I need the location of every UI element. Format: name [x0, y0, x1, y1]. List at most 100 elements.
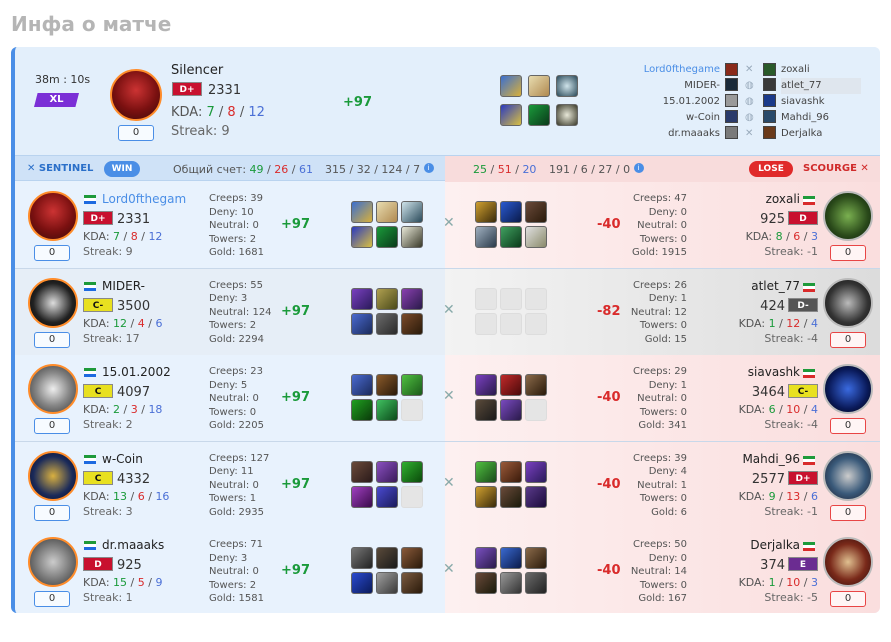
- item-slot[interactable]: [475, 572, 497, 594]
- item-slot[interactable]: [500, 226, 522, 248]
- item-slot[interactable]: [351, 399, 373, 421]
- player-name[interactable]: Derjalka: [781, 126, 861, 142]
- item-slot[interactable]: [525, 226, 547, 248]
- item-slot[interactable]: [528, 104, 550, 126]
- player-name[interactable]: 15.01.2002: [102, 365, 171, 379]
- item-slot[interactable]: [556, 104, 578, 126]
- player-counter[interactable]: 0: [830, 245, 866, 261]
- item-slot[interactable]: [500, 572, 522, 594]
- item-slot[interactable]: [500, 399, 522, 421]
- player-counter[interactable]: 0: [34, 245, 70, 261]
- item-slot[interactable]: [525, 485, 547, 508]
- item-slot[interactable]: [500, 75, 522, 97]
- item-slot[interactable]: [475, 460, 497, 483]
- item-slot[interactable]: [376, 399, 398, 421]
- item-slot[interactable]: [401, 201, 423, 223]
- item-slot[interactable]: [500, 547, 522, 569]
- item-slot[interactable]: [376, 572, 398, 594]
- item-slot[interactable]: [475, 374, 497, 396]
- item-slot[interactable]: [351, 374, 373, 396]
- item-slot[interactable]: [401, 547, 423, 569]
- item-slot[interactable]: [351, 226, 373, 248]
- player-name[interactable]: siavashk: [781, 94, 861, 110]
- hero-portrait[interactable]: [823, 191, 873, 241]
- item-slot[interactable]: [500, 201, 522, 223]
- item-slot[interactable]: [525, 572, 547, 594]
- player-counter[interactable]: 0: [830, 418, 866, 434]
- item-slot[interactable]: [376, 374, 398, 396]
- player-name[interactable]: 15.01.2002: [615, 94, 720, 110]
- info-icon[interactable]: i: [423, 163, 434, 173]
- item-slot[interactable]: [475, 226, 497, 248]
- player-counter[interactable]: 0: [34, 331, 70, 348]
- item-slot[interactable]: [475, 485, 497, 508]
- player-counter[interactable]: 0: [34, 504, 70, 521]
- hero-portrait[interactable]: [28, 277, 78, 328]
- item-slot[interactable]: [556, 75, 578, 97]
- item-slot[interactable]: [500, 485, 522, 508]
- item-slot[interactable]: [401, 374, 423, 396]
- player-name[interactable]: atlet_77: [781, 78, 861, 94]
- player-name[interactable]: w-Coin: [615, 110, 720, 126]
- item-slot[interactable]: [351, 547, 373, 569]
- item-slot[interactable]: [376, 287, 398, 310]
- player-name[interactable]: MIDER-: [615, 78, 720, 94]
- player-counter[interactable]: 0: [34, 418, 70, 434]
- item-slot[interactable]: [475, 201, 497, 223]
- player-name[interactable]: siavashk: [715, 365, 800, 379]
- item-slot[interactable]: [351, 460, 373, 483]
- item-slot[interactable]: [525, 547, 547, 569]
- player-name[interactable]: dr.maaaks: [102, 538, 164, 552]
- player-counter[interactable]: 0: [830, 591, 866, 607]
- player-counter[interactable]: 0: [34, 591, 70, 607]
- item-slot[interactable]: [525, 201, 547, 223]
- player-name[interactable]: Lord0fthegam: [102, 192, 186, 206]
- player-name[interactable]: Mahdi_96: [715, 452, 800, 466]
- item-slot[interactable]: [376, 485, 398, 508]
- item-slot[interactable]: [475, 547, 497, 569]
- player-counter[interactable]: 0: [830, 331, 866, 348]
- item-slot[interactable]: [401, 287, 423, 310]
- item-slot[interactable]: [351, 572, 373, 594]
- item-slot[interactable]: [500, 104, 522, 126]
- item-slot[interactable]: [351, 287, 373, 310]
- player-name[interactable]: MIDER-: [102, 279, 145, 293]
- info-icon[interactable]: i: [633, 163, 644, 173]
- item-slot[interactable]: [401, 572, 423, 594]
- hero-portrait[interactable]: [110, 69, 162, 121]
- item-slot[interactable]: [376, 460, 398, 483]
- item-slot[interactable]: [376, 201, 398, 223]
- item-slot[interactable]: [351, 485, 373, 508]
- hero-portrait[interactable]: [823, 364, 873, 414]
- hero-portrait[interactable]: [28, 537, 78, 587]
- item-slot[interactable]: [525, 374, 547, 396]
- player-name[interactable]: w-Coin: [102, 452, 143, 466]
- hero-portrait[interactable]: [823, 537, 873, 587]
- item-slot[interactable]: [401, 226, 423, 248]
- hero-portrait[interactable]: [823, 277, 873, 328]
- hero-portrait[interactable]: [28, 191, 78, 241]
- hero-portrait[interactable]: [28, 364, 78, 414]
- item-slot[interactable]: [525, 460, 547, 483]
- item-slot[interactable]: [376, 226, 398, 248]
- player-name[interactable]: atlet_77: [715, 279, 800, 293]
- item-slot[interactable]: [351, 201, 373, 223]
- player-name[interactable]: Mahdi_96: [781, 110, 861, 126]
- player-name[interactable]: Derjalka: [715, 538, 800, 552]
- hero-counter[interactable]: 0: [118, 125, 154, 141]
- hero-portrait[interactable]: [823, 450, 873, 501]
- player-name[interactable]: zoxali: [781, 62, 861, 78]
- item-slot[interactable]: [401, 312, 423, 335]
- item-slot[interactable]: [475, 399, 497, 421]
- item-slot[interactable]: [376, 547, 398, 569]
- item-slot[interactable]: [500, 374, 522, 396]
- player-counter[interactable]: 0: [830, 504, 866, 521]
- item-slot[interactable]: [351, 312, 373, 335]
- player-name[interactable]: zoxali: [715, 192, 800, 206]
- player-link[interactable]: Lord0fthegame: [615, 62, 720, 78]
- player-name[interactable]: dr.maaaks: [615, 126, 720, 142]
- hero-portrait[interactable]: [28, 450, 78, 501]
- item-slot[interactable]: [528, 75, 550, 97]
- item-slot[interactable]: [376, 312, 398, 335]
- item-slot[interactable]: [500, 460, 522, 483]
